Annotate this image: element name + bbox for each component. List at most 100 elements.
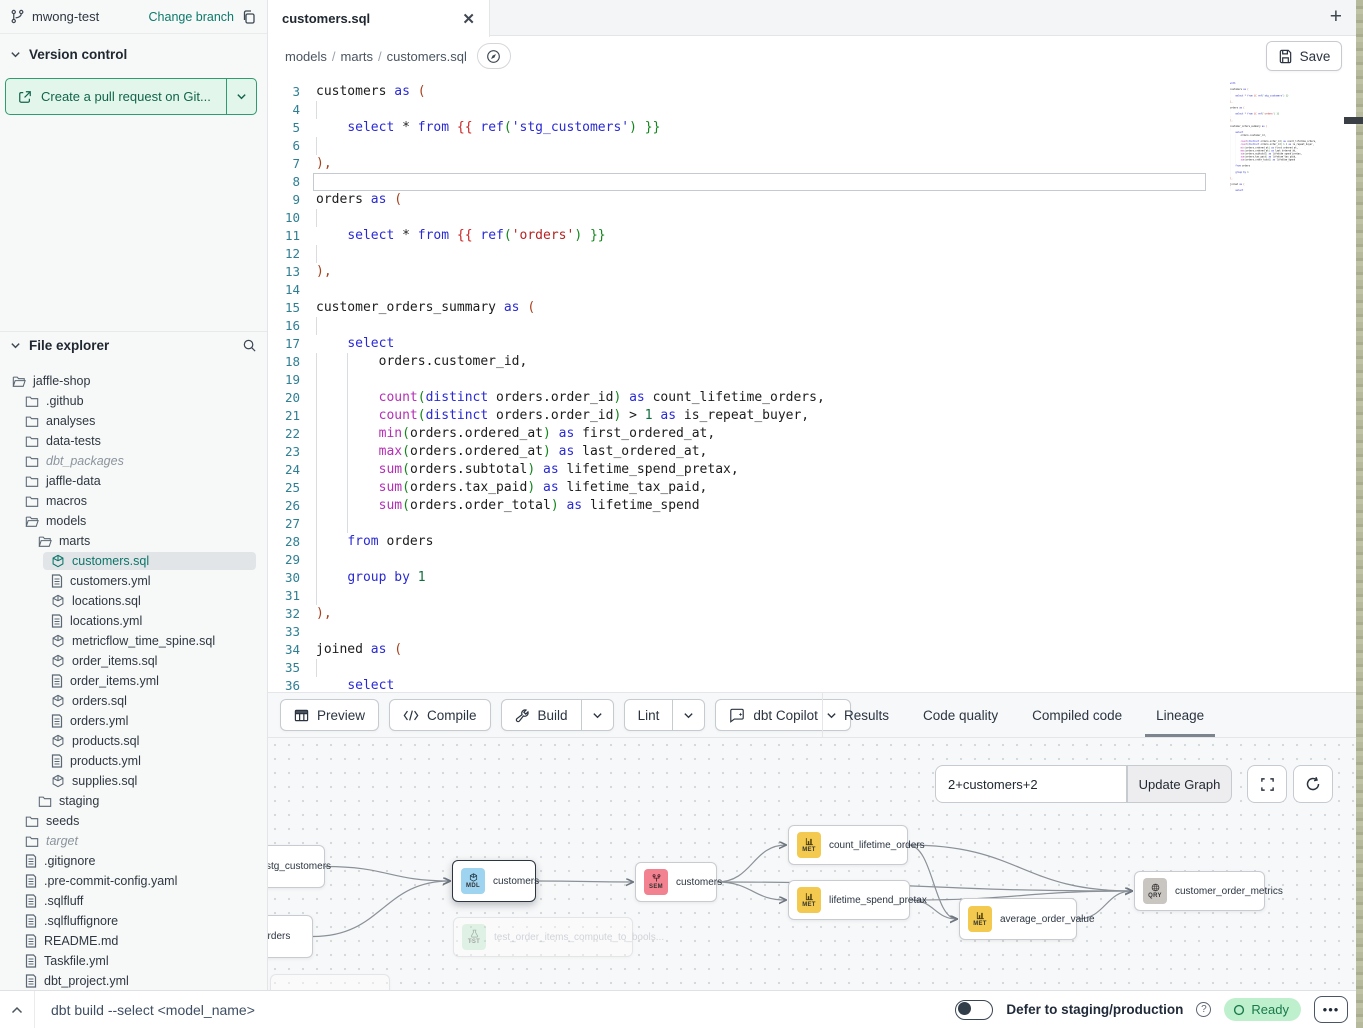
- lineage-node-partial_node[interactable]: [270, 974, 390, 990]
- code-line-17[interactable]: 17 select: [268, 335, 1356, 353]
- code-line-35[interactable]: 35: [268, 659, 1356, 677]
- code-line-32[interactable]: 32),: [268, 605, 1356, 623]
- update-graph-button[interactable]: Update Graph: [1127, 765, 1232, 803]
- code-line-24[interactable]: 24 sum(orders.subtotal) as lifetime_spen…: [268, 461, 1356, 479]
- code-line-6[interactable]: 6: [268, 137, 1356, 155]
- file-tree-item-dbt-packages[interactable]: dbt_packages: [0, 451, 266, 471]
- file-tree-item-data-tests[interactable]: data-tests: [0, 431, 266, 451]
- lineage-node-stg_customers[interactable]: MDLstg_customers: [268, 845, 325, 888]
- file-tree-item-customers-sql[interactable]: customers.sql: [0, 551, 266, 571]
- code-line-19[interactable]: 19: [268, 371, 1356, 389]
- file-tree-item-orders-sql[interactable]: orders.sql: [0, 691, 266, 711]
- code-line-21[interactable]: 21 count(distinct orders.order_id) > 1 a…: [268, 407, 1356, 425]
- search-icon[interactable]: [242, 338, 257, 353]
- preview-button[interactable]: Preview: [280, 699, 379, 731]
- lineage-node-test_order_items[interactable]: TSTtest_order_items_compute_to_bools...: [453, 917, 633, 957]
- tab-lineage[interactable]: Lineage: [1156, 693, 1204, 737]
- more-options-button[interactable]: •••: [1314, 996, 1348, 1023]
- dbt-copilot-button[interactable]: dbt Copilot: [715, 699, 851, 731]
- code-line-33[interactable]: 33: [268, 623, 1356, 641]
- code-line-36[interactable]: select: [1230, 189, 1322, 192]
- file-tree-item-metricflow-time-spine-sql[interactable]: metricflow_time_spine.sql: [0, 631, 266, 651]
- code-line-34[interactable]: 34joined as (: [268, 641, 1356, 659]
- code-line-26[interactable]: 26 sum(orders.order_total) as lifetime_s…: [268, 497, 1356, 515]
- file-tree-item-locations-yml[interactable]: locations.yml: [0, 611, 266, 631]
- code-line-30[interactable]: 30 group by 1: [268, 569, 1356, 587]
- lineage-node-customer_order_metrics[interactable]: QRYcustomer_order_metrics: [1134, 871, 1265, 911]
- file-tree-item-taskfile-yml[interactable]: Taskfile.yml: [0, 951, 266, 971]
- lineage-node-average_order_value[interactable]: METaverage_order_value: [959, 898, 1077, 940]
- code-line-10[interactable]: 10: [268, 209, 1356, 227]
- compile-button[interactable]: Compile: [389, 699, 491, 731]
- create-pr-caret[interactable]: [226, 79, 256, 114]
- breadcrumb-item[interactable]: customers.sql: [387, 49, 467, 64]
- code-line-27[interactable]: 27: [268, 515, 1356, 533]
- file-tree-item--gitignore[interactable]: .gitignore: [0, 851, 266, 871]
- lint-button[interactable]: Lint: [625, 700, 673, 730]
- file-tree-item-orders-yml[interactable]: orders.yml: [0, 711, 266, 731]
- file-tree-item-supplies-sql[interactable]: supplies.sql: [0, 771, 266, 791]
- new-tab-button[interactable]: +: [1330, 5, 1342, 29]
- file-tree-item-seeds[interactable]: seeds: [0, 811, 266, 831]
- file-tree-item-products-sql[interactable]: products.sql: [0, 731, 266, 751]
- command-input[interactable]: dbt build --select <model_name>: [35, 1002, 255, 1018]
- breadcrumb-item[interactable]: models: [285, 49, 327, 64]
- defer-toggle[interactable]: [955, 1000, 993, 1020]
- code-line-25[interactable]: 25 sum(orders.tax_paid) as lifetime_tax_…: [268, 479, 1356, 497]
- close-icon[interactable]: ✕: [462, 10, 475, 28]
- code-line-8[interactable]: 8: [268, 173, 1356, 191]
- code-line-4[interactable]: 4: [268, 101, 1356, 119]
- code-line-9[interactable]: 9orders as (: [268, 191, 1356, 209]
- code-line-31[interactable]: 31: [268, 587, 1356, 605]
- file-tree-item-target[interactable]: target: [0, 831, 266, 851]
- file-tree-item-macros[interactable]: macros: [0, 491, 266, 511]
- code-line-36[interactable]: 36 select: [268, 677, 1356, 692]
- lineage-node-customers_sem[interactable]: SEMcustomers: [635, 862, 717, 902]
- navigate-icon[interactable]: [477, 43, 511, 69]
- file-tree-item-readme-md[interactable]: README.md: [0, 931, 266, 951]
- code-line-29[interactable]: 29: [268, 551, 1356, 569]
- code-line-3[interactable]: 3customers as (: [268, 83, 1356, 101]
- file-tree-item-models[interactable]: models: [0, 511, 266, 531]
- save-button[interactable]: Save: [1266, 41, 1342, 71]
- create-pr-button[interactable]: Create a pull request on Git...: [5, 78, 257, 115]
- refresh-button[interactable]: [1293, 765, 1333, 803]
- file-tree-item-staging[interactable]: staging: [0, 791, 266, 811]
- lineage-node-orders_model[interactable]: MDLorders: [268, 915, 313, 958]
- file-tree-item--pre-commit-config-yaml[interactable]: .pre-commit-config.yaml: [0, 871, 266, 891]
- tab-code-quality[interactable]: Code quality: [923, 693, 998, 737]
- code-line-5[interactable]: 5 select * from {{ ref('stg_customers') …: [268, 119, 1356, 137]
- file-tree-item-products-yml[interactable]: products.yml: [0, 751, 266, 771]
- file-tree-item--github[interactable]: .github: [0, 391, 266, 411]
- lineage-selector-input[interactable]: 2+customers+2: [935, 765, 1127, 803]
- code-line-22[interactable]: 22 min(orders.ordered_at) as first_order…: [268, 425, 1356, 443]
- code-line-20[interactable]: 20 count(distinct orders.order_id) as co…: [268, 389, 1356, 407]
- file-tree-item-jaffle-shop[interactable]: jaffle-shop: [0, 371, 266, 391]
- tab-results[interactable]: Results: [844, 693, 889, 737]
- lineage-node-count_lifetime_orders[interactable]: METcount_lifetime_orders: [788, 825, 908, 865]
- build-options-caret[interactable]: [581, 700, 613, 730]
- copy-icon[interactable]: [241, 9, 257, 25]
- file-tree-item-dbt-project-yml[interactable]: dbt_project.yml: [0, 971, 266, 990]
- build-button[interactable]: Build: [502, 700, 581, 730]
- lineage-node-lifetime_spend_pretax[interactable]: METlifetime_spend_pretax: [788, 880, 910, 920]
- fullscreen-button[interactable]: [1247, 765, 1287, 803]
- code-line-23[interactable]: 23 max(orders.ordered_at) as last_ordere…: [268, 443, 1356, 461]
- file-tree-item-order-items-sql[interactable]: order_items.sql: [0, 651, 266, 671]
- help-icon[interactable]: ?: [1196, 1002, 1211, 1017]
- code-editor[interactable]: 3customers as (45 select * from {{ ref('…: [268, 76, 1356, 692]
- breadcrumb-item[interactable]: marts: [341, 49, 374, 64]
- code-line-7[interactable]: 7),: [268, 155, 1356, 173]
- file-explorer-header[interactable]: File explorer: [0, 331, 267, 358]
- tab-compiled-code[interactable]: Compiled code: [1032, 693, 1122, 737]
- code-line-28[interactable]: 28 from orders: [268, 533, 1356, 551]
- file-tree-item--sqlfluffignore[interactable]: .sqlfluffignore: [0, 911, 266, 931]
- lint-options-caret[interactable]: [672, 700, 704, 730]
- code-line-11[interactable]: 11 select * from {{ ref('orders') }}: [268, 227, 1356, 245]
- version-control-header[interactable]: Version control: [0, 34, 267, 70]
- file-tree-item-order-items-yml[interactable]: order_items.yml: [0, 671, 266, 691]
- code-line-12[interactable]: 12: [268, 245, 1356, 263]
- tab-customers-sql[interactable]: customers.sql ✕: [268, 0, 490, 37]
- minimap[interactable]: withcustomers as ( select * from {{ ref(…: [1230, 82, 1322, 200]
- file-tree-item--sqlfluff[interactable]: .sqlfluff: [0, 891, 266, 911]
